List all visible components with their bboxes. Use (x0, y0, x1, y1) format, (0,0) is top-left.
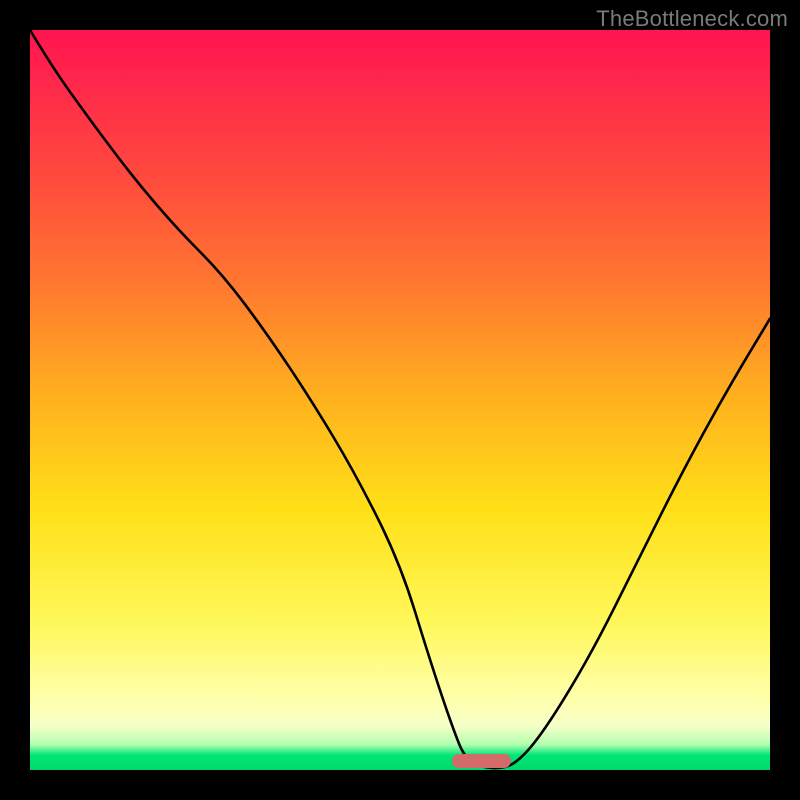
optimal-range-marker (452, 754, 511, 768)
watermark-text: TheBottleneck.com (596, 6, 788, 32)
bottleneck-curve (30, 30, 770, 770)
chart-frame: TheBottleneck.com (0, 0, 800, 800)
curve-path (30, 30, 770, 768)
plot-area (30, 30, 770, 770)
